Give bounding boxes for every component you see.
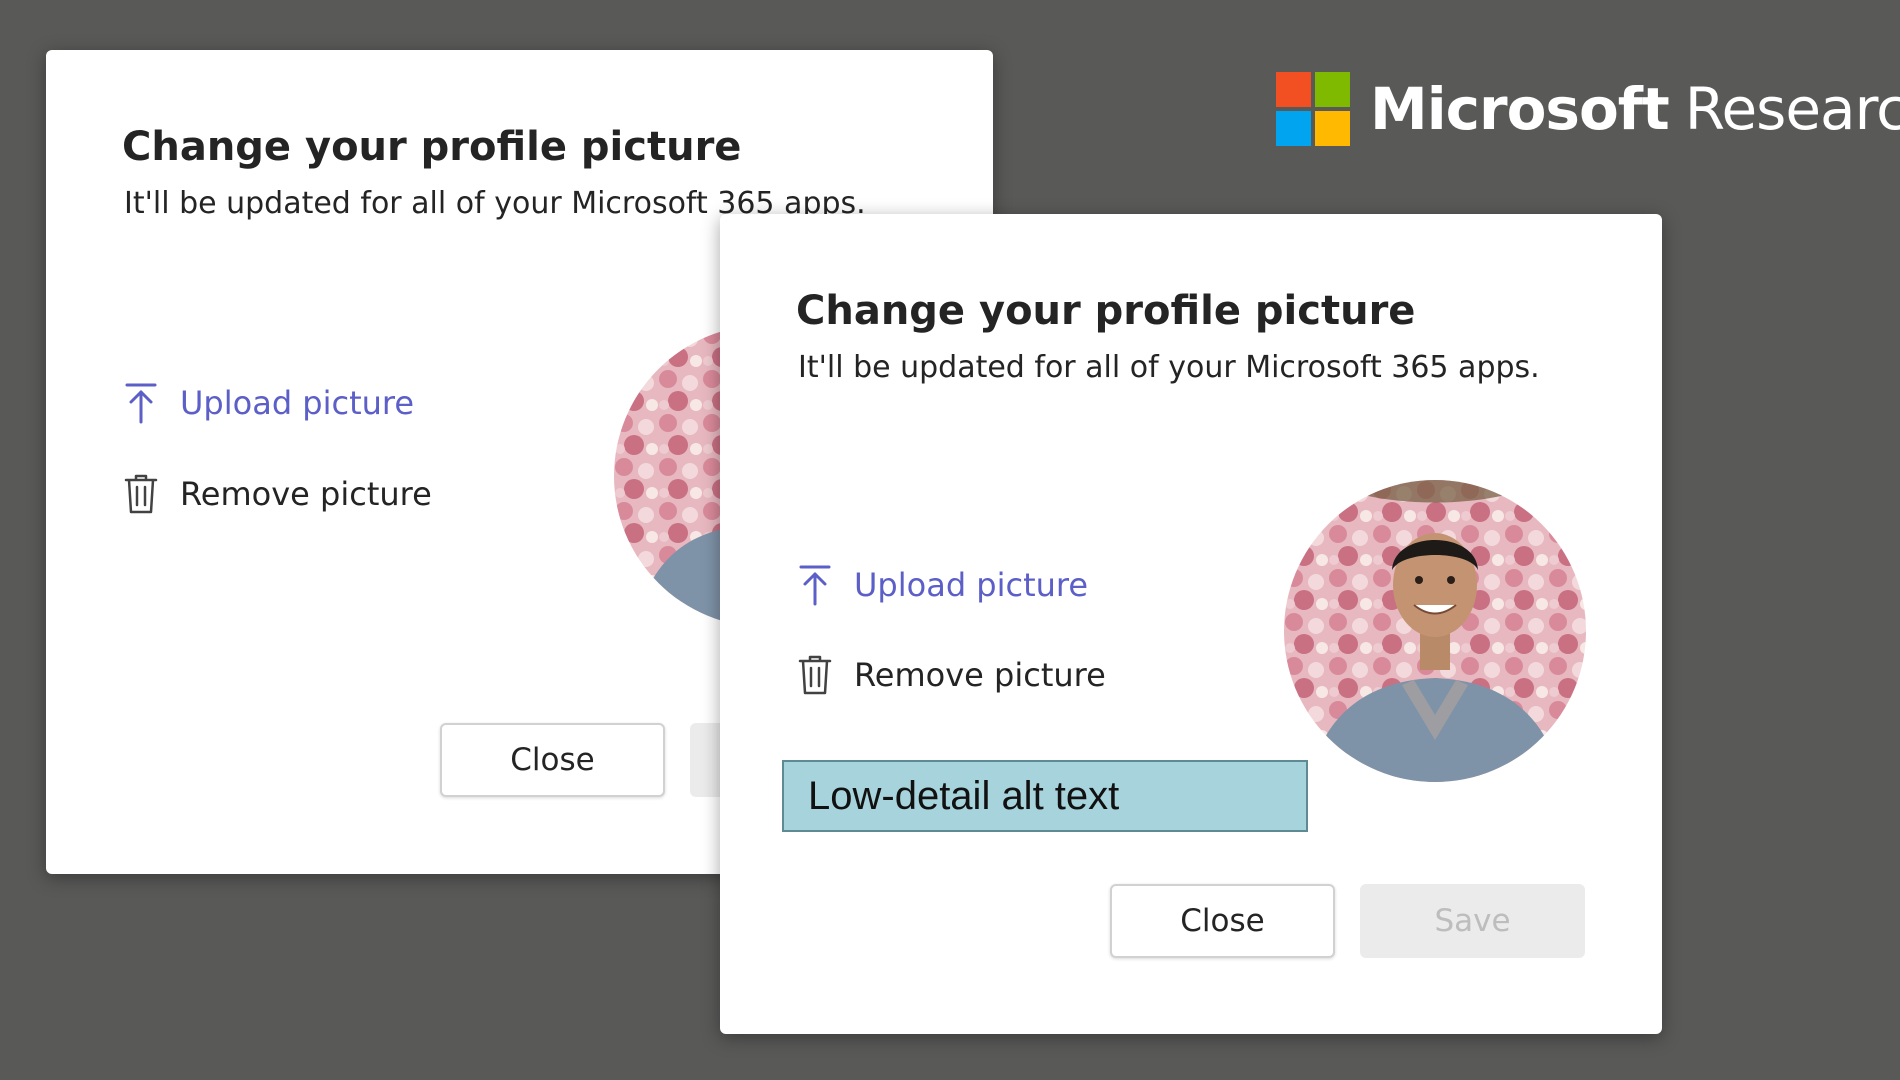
logo-text-microsoft: Microsoft	[1370, 75, 1670, 143]
remove-picture-label: Remove picture	[180, 475, 432, 513]
upload-picture-label: Upload picture	[854, 566, 1089, 604]
save-button[interactable]: Save	[1360, 884, 1585, 958]
close-button[interactable]: Close	[440, 723, 665, 797]
upload-arrow-icon	[122, 382, 160, 424]
trash-icon	[796, 654, 834, 696]
logo-square-red	[1276, 72, 1311, 107]
profile-avatar	[1284, 480, 1586, 782]
microsoft-research-logo: Microsoft Research	[1276, 72, 1900, 146]
logo-text-research: Research	[1684, 75, 1900, 143]
upload-arrow-icon	[796, 564, 834, 606]
remove-picture-button[interactable]: Remove picture	[796, 654, 1106, 696]
logo-square-blue	[1276, 111, 1311, 146]
upload-picture-label: Upload picture	[180, 384, 415, 422]
remove-picture-button[interactable]: Remove picture	[122, 473, 432, 515]
upload-picture-button[interactable]: Upload picture	[122, 382, 414, 424]
upload-picture-button[interactable]: Upload picture	[796, 564, 1088, 606]
logo-square-yellow	[1315, 111, 1350, 146]
profile-picture-dialog: Change your profile picture It'll be upd…	[720, 214, 1662, 1034]
trash-icon	[122, 473, 160, 515]
windows-logo-icon	[1276, 72, 1350, 146]
alt-text-annotation: Low-detail alt text	[782, 760, 1308, 832]
logo-square-green	[1315, 72, 1350, 107]
dialog-title: Change your profile picture	[796, 288, 1416, 334]
dialog-subtitle: It'll be updated for all of your Microso…	[798, 350, 1540, 385]
dialog-title: Change your profile picture	[122, 124, 742, 170]
close-button[interactable]: Close	[1110, 884, 1335, 958]
remove-picture-label: Remove picture	[854, 656, 1106, 694]
